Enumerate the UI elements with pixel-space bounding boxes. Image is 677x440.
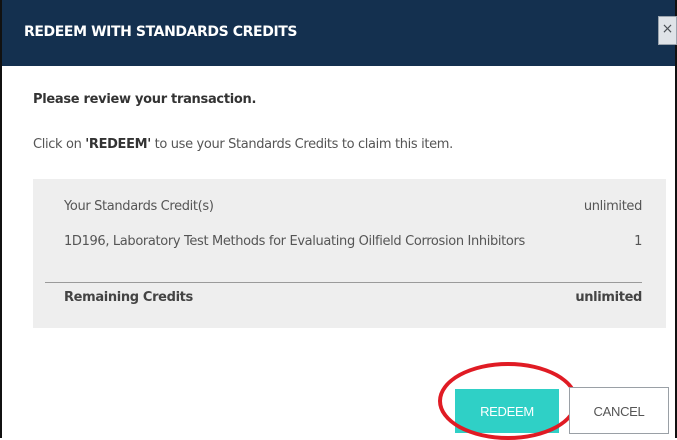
instruction-before: Click on — [33, 137, 86, 152]
instruction-after: to use your Standards Credits to claim t… — [150, 137, 454, 152]
summary-row-label: 1D196, Laboratory Test Methods for Evalu… — [64, 234, 525, 249]
summary-divider — [45, 282, 642, 283]
close-button[interactable]: × — [658, 16, 677, 45]
summary-row-value: unlimited — [583, 199, 643, 214]
close-icon: × — [661, 21, 674, 37]
remaining-label: Remaining Credits — [64, 290, 193, 305]
transaction-summary: Your Standards Credit(s) unlimited 1D196… — [33, 179, 666, 328]
instruction-text: Click on 'REDEEM' to use your Standards … — [33, 137, 453, 152]
redeem-button[interactable]: REDEEM — [455, 389, 559, 433]
dialog-header: REDEEM WITH STANDARDS CREDITS — [2, 0, 675, 66]
summary-row-label: Your Standards Credit(s) — [64, 199, 214, 214]
cancel-button[interactable]: CANCEL — [569, 387, 669, 434]
redeem-dialog: REDEEM WITH STANDARDS CREDITS × Please r… — [0, 0, 677, 440]
instruction-emphasis: 'REDEEM' — [85, 137, 151, 152]
remaining-value: unlimited — [575, 290, 642, 305]
review-heading: Please review your transaction. — [33, 92, 257, 107]
summary-row-value: 1 — [634, 234, 642, 249]
dialog-title: REDEEM WITH STANDARDS CREDITS — [24, 24, 298, 40]
